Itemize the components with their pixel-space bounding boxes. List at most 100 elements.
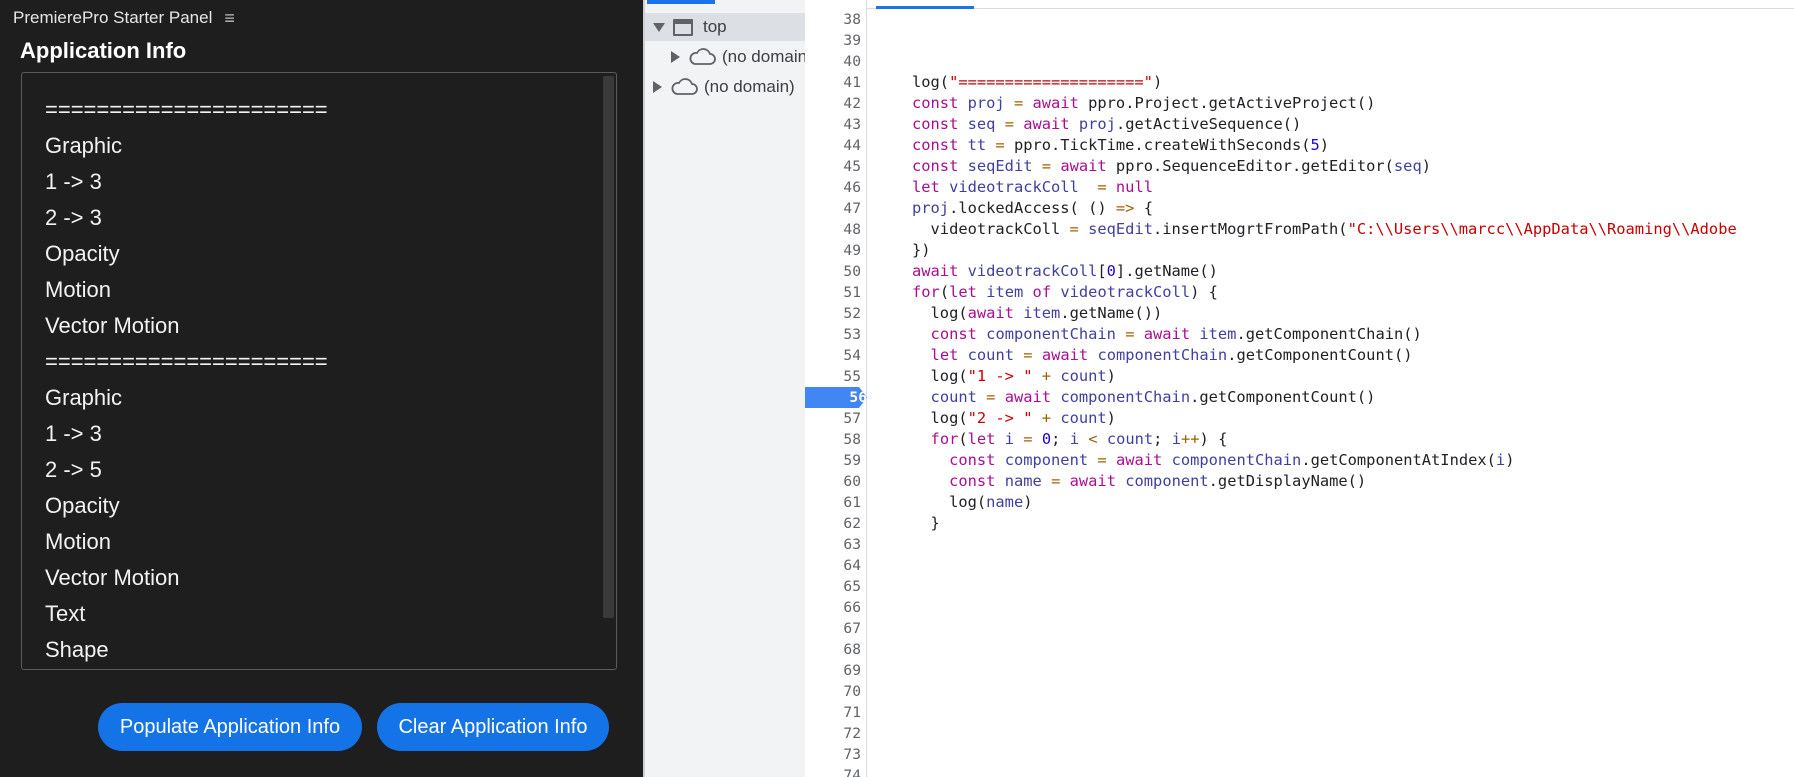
code-line[interactable]: let count = await componentChain.getComp… xyxy=(912,345,1413,366)
collapse-arrow-icon[interactable] xyxy=(653,81,662,93)
code-line[interactable]: log("2 -> " + count) xyxy=(912,408,1116,429)
code-line[interactable]: const seq = await proj.getActiveSequence… xyxy=(912,114,1301,135)
code-line[interactable]: const componentChain = await item.getCom… xyxy=(912,324,1422,345)
line-number[interactable]: 45 xyxy=(805,156,861,177)
line-number[interactable]: 73 xyxy=(805,744,861,765)
line-number[interactable]: 74 xyxy=(805,765,861,777)
code-token: let xyxy=(967,430,996,448)
code-token: null xyxy=(1115,178,1153,196)
populate-application-info-button[interactable]: Populate Application Info xyxy=(98,703,362,751)
code-token: const xyxy=(930,325,977,343)
line-number[interactable]: 42 xyxy=(805,93,861,114)
line-number[interactable]: 43 xyxy=(805,114,861,135)
cloud-icon xyxy=(689,48,716,65)
line-number[interactable]: 47 xyxy=(805,198,861,219)
line-number[interactable]: 60 xyxy=(805,471,861,492)
code-token: await xyxy=(1143,325,1191,343)
code-line[interactable]: const seqEdit = await ppro.SequenceEdito… xyxy=(912,156,1431,177)
line-number[interactable]: 57 xyxy=(805,408,861,429)
code-line[interactable]: proj.lockedAccess( () => { xyxy=(912,198,1153,219)
line-number[interactable]: 71 xyxy=(805,702,861,723)
clear-application-info-button[interactable]: Clear Application Info xyxy=(377,703,609,751)
code-token: .getName()) xyxy=(1060,304,1163,322)
code-token: componentChain xyxy=(1060,388,1191,406)
code-line[interactable]: for(let i = 0; i < count; i++) { xyxy=(912,429,1228,450)
navigator-item-no-domain[interactable]: (no domain) xyxy=(671,43,805,71)
line-number[interactable]: 38 xyxy=(805,9,861,30)
code-token: }) xyxy=(912,241,931,259)
expand-arrow-icon[interactable] xyxy=(653,22,665,32)
navigator-item-top[interactable]: top xyxy=(645,13,805,41)
line-number[interactable]: 70 xyxy=(805,681,861,702)
line-number[interactable]: 46 xyxy=(805,177,861,198)
line-number[interactable]: 62 xyxy=(805,513,861,534)
line-number[interactable]: 39 xyxy=(805,30,861,51)
line-number[interactable]: 51 xyxy=(805,282,861,303)
code-token: item xyxy=(1199,325,1237,343)
line-number[interactable]: 52 xyxy=(805,303,861,324)
code-line[interactable]: const component = await componentChain.g… xyxy=(912,450,1514,471)
code-line[interactable]: }) xyxy=(912,240,931,261)
line-number[interactable]: 55 xyxy=(805,366,861,387)
code-line[interactable]: await videotrackColl[0].getName() xyxy=(912,261,1218,282)
premiere-starter-panel: PremierePro Starter Panel ≡ Application … xyxy=(0,0,643,777)
line-number[interactable]: 54 xyxy=(805,345,861,366)
code-line[interactable]: log(await item.getName()) xyxy=(912,303,1163,324)
line-number[interactable]: 53 xyxy=(805,324,861,345)
code-token: const xyxy=(912,157,959,175)
code-line[interactable]: let videotrackColl = null xyxy=(912,177,1153,198)
cloud-icon xyxy=(671,78,698,95)
code-token: await xyxy=(1023,115,1070,133)
line-number[interactable]: 49 xyxy=(805,240,861,261)
info-scrollbar[interactable] xyxy=(602,73,616,669)
code-line[interactable]: log("1 -> " + count) xyxy=(912,366,1116,387)
code-editor[interactable]: 38 39 40 41 42 43 44 45 46 47 48 49 50 51 52 53 54 55 56 57… xyxy=(805,0,1794,777)
code-line[interactable]: count = await componentChain.getComponen… xyxy=(912,387,1376,408)
line-number[interactable]: 61 xyxy=(805,492,861,513)
collapse-arrow-icon[interactable] xyxy=(671,51,680,63)
line-number[interactable]: 58 xyxy=(805,429,861,450)
line-number[interactable]: 44 xyxy=(805,135,861,156)
line-number[interactable]: 50 xyxy=(805,261,861,282)
line-number[interactable]: 41 xyxy=(805,72,861,93)
line-number: 56 xyxy=(849,389,867,406)
scrollbar-thumb[interactable] xyxy=(603,76,614,618)
line-number[interactable]: 59 xyxy=(805,450,861,471)
code-token: ) { xyxy=(1190,283,1218,301)
code-line[interactable]: const proj = await ppro.Project.getActiv… xyxy=(912,93,1375,114)
line-number[interactable]: 72 xyxy=(805,723,861,744)
navigator-item-no-domain[interactable]: (no domain) xyxy=(653,73,795,101)
code-token: await xyxy=(1041,346,1089,364)
line-number[interactable]: 67 xyxy=(805,618,861,639)
line-number[interactable]: 63 xyxy=(805,534,861,555)
hamburger-menu-icon[interactable]: ≡ xyxy=(224,8,235,29)
code-line[interactable]: } xyxy=(912,513,940,534)
info-line: Shape xyxy=(45,637,109,662)
code-token: i xyxy=(1069,430,1079,448)
line-number[interactable]: 64 xyxy=(805,555,861,576)
code-line[interactable]: log(name) xyxy=(912,492,1032,513)
line-number[interactable]: 65 xyxy=(805,576,861,597)
code-token: videotrackColl xyxy=(939,178,1098,196)
breakpoint-marker[interactable]: 56 xyxy=(805,387,867,408)
line-number[interactable]: 69 xyxy=(805,660,861,681)
code-line[interactable]: videotrackColl = seqEdit.insertMogrtFrom… xyxy=(912,219,1737,240)
line-number-gutter[interactable]: 38 39 40 41 42 43 44 45 46 47 48 49 50 51 52 53 54 55 56 57… xyxy=(805,0,867,777)
line-number[interactable]: 48 xyxy=(805,219,861,240)
line-number[interactable]: 66 xyxy=(805,597,861,618)
line-number[interactable]: 68 xyxy=(805,639,861,660)
code-token: .lockedAccess( () xyxy=(949,199,1116,217)
application-info-output[interactable]: ====================== Graphic 1 -> 3 2 … xyxy=(21,72,617,670)
code-line[interactable]: for(let item of videotrackColl) { xyxy=(912,282,1218,303)
code-token: const xyxy=(912,136,959,154)
line-number[interactable]: 40 xyxy=(805,51,861,72)
code-line[interactable]: const tt = ppro.TickTime.createWithSecon… xyxy=(912,135,1329,156)
code-line[interactable]: log("====================") xyxy=(912,72,1162,93)
code-line[interactable]: const name = await component.getDisplayN… xyxy=(912,471,1366,492)
code-token: = xyxy=(1004,115,1014,133)
code-token: videotrackColl xyxy=(967,262,1098,280)
